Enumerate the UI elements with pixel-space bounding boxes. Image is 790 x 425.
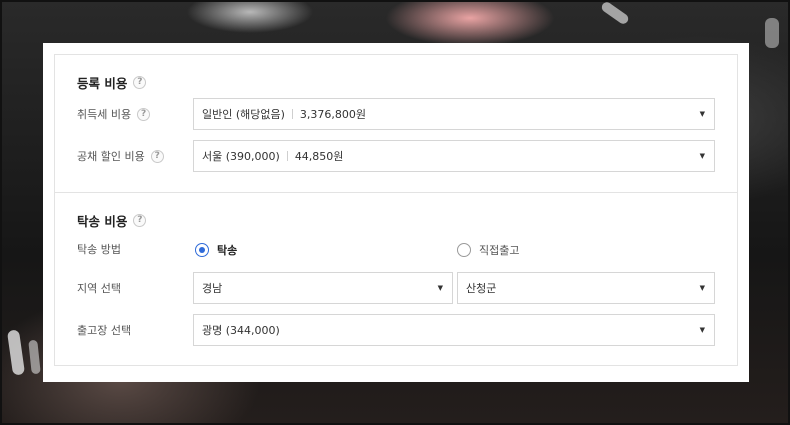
cost-card: 등록 비용 ? 취득세 비용 ? 일반인 (해당없음) 3,376,800원 ▼… [54,54,738,366]
value-separator [291,109,293,119]
bond-discount-amount: 44,850원 [294,150,344,163]
region-label: 지역 선택 [77,272,121,304]
radio-delivery[interactable]: 탁송 [195,240,237,260]
acquisition-tax-label: 취득세 비용 ? [77,98,151,130]
release-center-label-text: 출고장 선택 [77,324,132,337]
value-separator [286,151,288,161]
help-icon[interactable]: ? [133,214,147,227]
release-center-select[interactable]: 광명 (344,000) ▼ [193,314,715,346]
background-mark [765,18,779,48]
radio-selected-icon[interactable] [195,243,209,257]
registration-title-text: 등록 비용 [77,76,128,91]
release-center-label: 출고장 선택 [77,314,131,346]
district-select[interactable]: 산청군 ▼ [457,272,715,304]
background-mark [6,329,26,376]
province-select[interactable]: 경남 ▼ [193,272,453,304]
acquisition-tax-amount: 3,376,800원 [299,108,367,121]
acquisition-tax-select[interactable]: 일반인 (해당없음) 3,376,800원 ▼ [193,98,715,130]
registration-section-title: 등록 비용 ? [77,73,147,92]
delivery-method-label-text: 탁송 방법 [77,243,121,256]
background-mark [599,0,631,26]
chevron-down-icon: ▼ [699,326,705,334]
cost-panel: 등록 비용 ? 취득세 비용 ? 일반인 (해당없음) 3,376,800원 ▼… [43,43,749,382]
chevron-down-icon: ▼ [699,152,705,160]
delivery-title-text: 탁송 비용 [77,214,128,229]
chevron-down-icon: ▼ [699,110,705,118]
background-mark [28,339,41,375]
help-icon[interactable]: ? [133,76,147,89]
bond-discount-select[interactable]: 서울 (390,000) 44,850원 ▼ [193,140,715,172]
district-value: 산청군 [466,282,497,295]
delivery-section-title: 탁송 비용 ? [77,211,147,230]
acquisition-tax-option: 일반인 (해당없음) [202,108,285,121]
radio-delivery-label: 탁송 [217,244,238,257]
radio-direct-release[interactable]: 직접출고 [457,240,519,260]
help-icon[interactable]: ? [150,149,164,163]
bond-discount-label: 공채 할인 비용 ? [77,140,164,172]
radio-unselected-icon[interactable] [457,243,471,257]
province-value: 경남 [202,282,223,295]
bond-discount-option: 서울 (390,000) [202,150,280,163]
release-center-value: 광명 (344,000) [202,324,280,337]
acquisition-tax-label-text: 취득세 비용 [77,108,132,121]
radio-direct-release-label: 직접출고 [479,244,520,257]
help-icon[interactable]: ? [137,107,151,121]
chevron-down-icon: ▼ [437,284,443,292]
section-divider [55,192,737,193]
chevron-down-icon: ▼ [699,284,705,292]
bond-discount-label-text: 공채 할인 비용 [77,150,145,163]
region-label-text: 지역 선택 [77,282,121,295]
delivery-method-label: 탁송 방법 [77,233,121,265]
